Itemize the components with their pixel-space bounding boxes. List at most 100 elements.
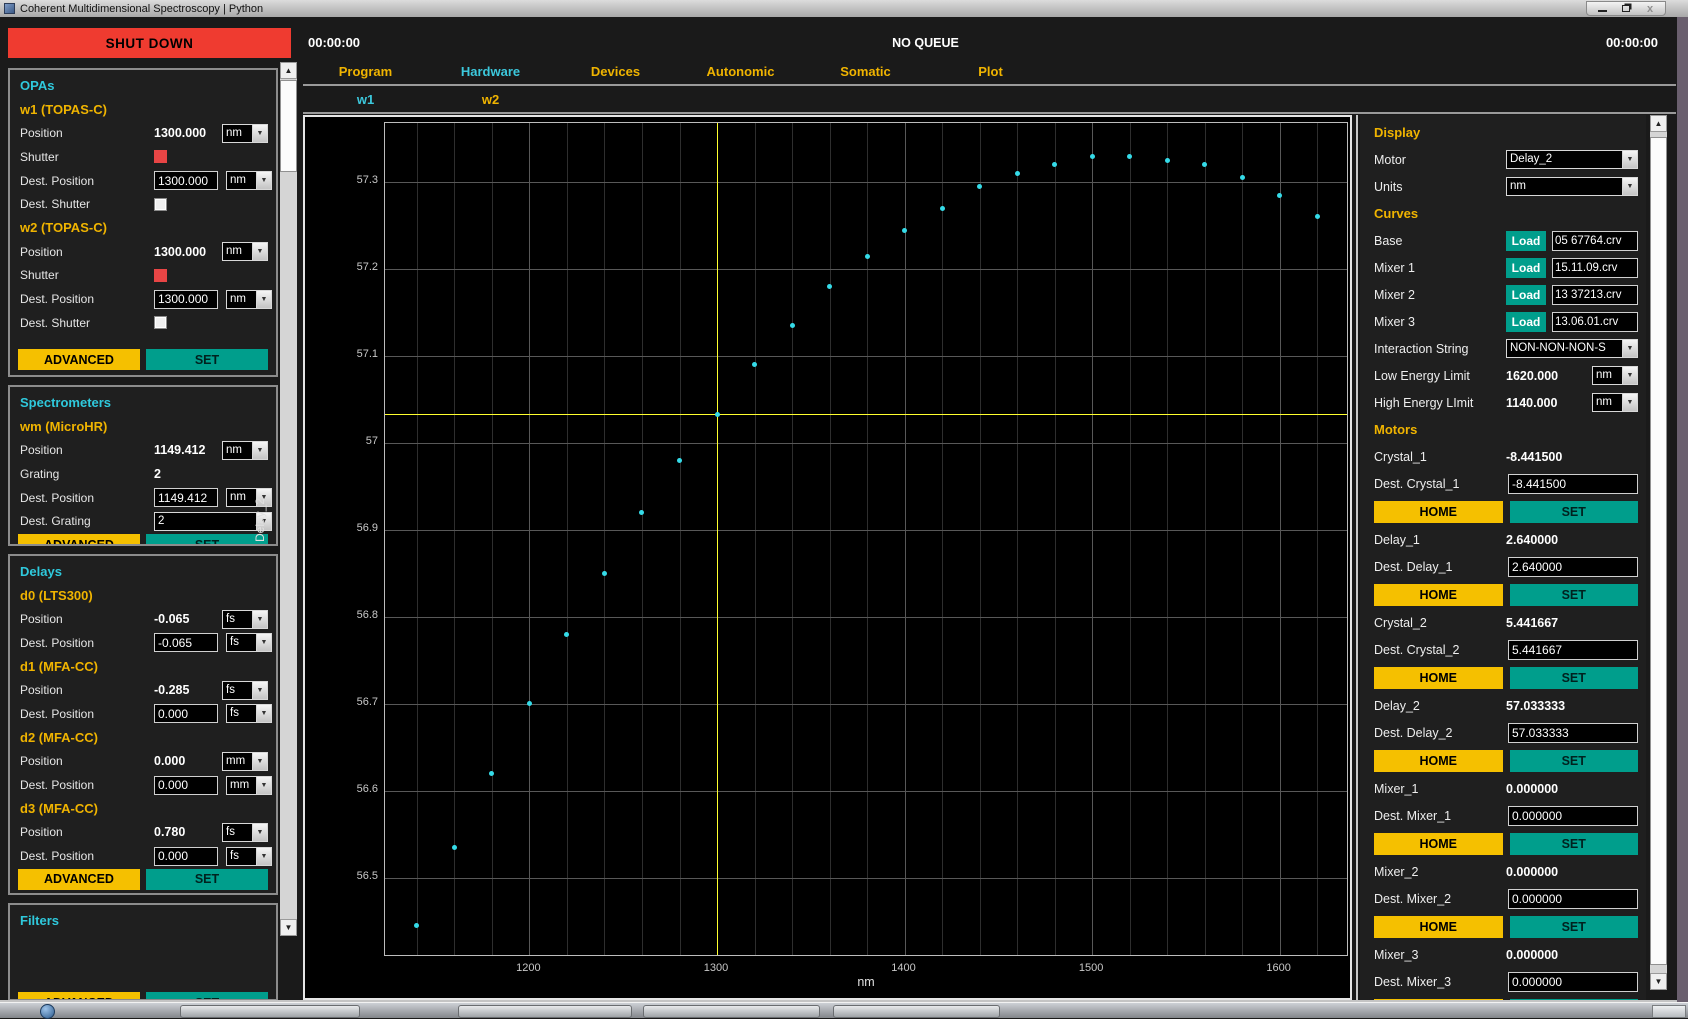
plot-axes[interactable]	[384, 122, 1348, 956]
data-point	[677, 458, 682, 463]
low-energy-units-dropdown[interactable]: nm▼	[1592, 366, 1638, 385]
motor-dest-input[interactable]	[1508, 557, 1638, 577]
motor-set-button[interactable]: SET	[1510, 584, 1639, 606]
dest-position-input[interactable]	[154, 847, 218, 866]
sidebar-scrollbar[interactable]: ▲ ▼	[280, 62, 297, 936]
units-dropdown[interactable]: fs▼	[222, 610, 268, 629]
tab-devices[interactable]: Devices	[553, 61, 678, 82]
spectrometers-advanced-button[interactable]: ADVANCED	[18, 534, 140, 546]
dest-shutter-checkbox[interactable]	[154, 198, 167, 211]
tab-somatic[interactable]: Somatic	[803, 61, 928, 82]
taskbar[interactable]	[0, 1002, 1688, 1018]
units-dropdown[interactable]: nm▼	[222, 242, 268, 261]
interaction-string-dropdown[interactable]: NON-NON-NON-S▼	[1506, 339, 1638, 358]
dest-position-input[interactable]	[154, 171, 218, 190]
units-dropdown[interactable]: fs▼	[222, 681, 268, 700]
spectrometers-set-button[interactable]: SET	[146, 534, 268, 546]
load-curve-button[interactable]: Load	[1506, 258, 1546, 278]
tab-w1[interactable]: w1	[303, 89, 428, 110]
taskbar-tray[interactable]	[1652, 1005, 1686, 1018]
curve-file-field[interactable]	[1552, 258, 1638, 278]
delays-advanced-button[interactable]: ADVANCED	[18, 869, 140, 890]
data-point	[902, 228, 907, 233]
taskbar-app-button[interactable]	[180, 1005, 360, 1018]
dest-position-input[interactable]	[154, 633, 218, 652]
motor-set-button[interactable]: SET	[1510, 916, 1639, 938]
motor-dest-input[interactable]	[1508, 972, 1638, 992]
motor-home-button[interactable]: HOME	[1374, 667, 1503, 689]
dest-shutter-checkbox[interactable]	[154, 316, 167, 329]
units-dropdown[interactable]: fs▼	[222, 823, 268, 842]
maximize-button[interactable]	[1615, 3, 1637, 14]
scroll-down-icon[interactable]: ▼	[280, 919, 297, 936]
dest-units-dropdown[interactable]: fs▼	[226, 704, 272, 723]
shutdown-button[interactable]: SHUT DOWN	[8, 28, 291, 58]
tab-autonomic[interactable]: Autonomic	[678, 61, 803, 82]
motor-home-button[interactable]: HOME	[1374, 501, 1503, 523]
tab-hardware[interactable]: Hardware	[428, 61, 553, 82]
motor-dest-input[interactable]	[1508, 474, 1638, 494]
units-dropdown[interactable]: mm▼	[222, 752, 268, 771]
start-orb-icon[interactable]	[40, 1004, 55, 1019]
motor-home-button[interactable]: HOME	[1374, 916, 1503, 938]
dest-position-input[interactable]	[154, 290, 218, 309]
delays-set-button[interactable]: SET	[146, 869, 268, 890]
right-panel-scrollbar[interactable]: ▲ ▼	[1650, 115, 1667, 990]
high-energy-units-dropdown[interactable]: nm▼	[1592, 393, 1638, 412]
tab-w2[interactable]: w2	[428, 89, 553, 110]
units-dropdown[interactable]: nm▼	[222, 441, 268, 460]
motor-set-button[interactable]: SET	[1510, 667, 1639, 689]
dest-units-dropdown[interactable]: nm▼	[226, 290, 272, 309]
display-units-dropdown[interactable]: nm▼	[1506, 177, 1638, 196]
dest-units-dropdown[interactable]: fs▼	[226, 847, 272, 866]
motor-set-button[interactable]: SET	[1510, 750, 1639, 772]
dest-units-dropdown[interactable]: mm▼	[226, 776, 272, 795]
gridline	[385, 356, 1348, 357]
units-dropdown[interactable]: nm▼	[222, 124, 268, 143]
dest-shutter-label: Dest. Shutter	[20, 316, 154, 330]
motor-dest-input[interactable]	[1508, 889, 1638, 909]
gridline	[1055, 123, 1056, 956]
data-point	[452, 845, 457, 850]
scroll-up-icon[interactable]: ▲	[1650, 115, 1667, 132]
curve-file-field[interactable]	[1552, 312, 1638, 332]
taskbar-app-button[interactable]	[643, 1005, 820, 1018]
panel-divider	[1356, 115, 1358, 1000]
tab-program[interactable]: Program	[303, 61, 428, 82]
minimize-button[interactable]	[1591, 3, 1613, 14]
scroll-up-icon[interactable]: ▲	[280, 62, 297, 79]
dest-position-input[interactable]	[154, 488, 218, 507]
taskbar-app-button[interactable]	[833, 1005, 1000, 1018]
dest-units-dropdown[interactable]: nm▼	[226, 171, 272, 190]
close-button[interactable]: x	[1639, 3, 1661, 14]
right-panel-scrollbar-thumb[interactable]	[1650, 137, 1667, 965]
dest-position-input[interactable]	[154, 776, 218, 795]
data-point	[602, 571, 607, 576]
motor-dropdown[interactable]: Delay_2▼	[1506, 150, 1638, 169]
opas-set-button[interactable]: SET	[146, 349, 268, 370]
load-curve-button[interactable]: Load	[1506, 312, 1546, 332]
motor-home-button[interactable]: HOME	[1374, 750, 1503, 772]
load-curve-button[interactable]: Load	[1506, 231, 1546, 251]
motor-dest-input[interactable]	[1508, 723, 1638, 743]
load-curve-button[interactable]: Load	[1506, 285, 1546, 305]
motor-set-button[interactable]: SET	[1510, 501, 1639, 523]
curve-file-field[interactable]	[1552, 285, 1638, 305]
y-tick-label: 56.7	[326, 696, 378, 708]
dest-units-dropdown[interactable]: fs▼	[226, 633, 272, 652]
motor-home-button[interactable]: HOME	[1374, 833, 1503, 855]
gridline	[980, 123, 981, 956]
chevron-down-icon: ▼	[1622, 178, 1637, 195]
position-label: Position	[20, 126, 154, 140]
sidebar-scrollbar-thumb[interactable]	[280, 80, 297, 172]
opas-advanced-button[interactable]: ADVANCED	[18, 349, 140, 370]
curve-file-field[interactable]	[1552, 231, 1638, 251]
scroll-down-icon[interactable]: ▼	[1650, 973, 1667, 990]
taskbar-app-button[interactable]	[458, 1005, 632, 1018]
dest-position-input[interactable]	[154, 704, 218, 723]
motor-dest-input[interactable]	[1508, 640, 1638, 660]
motor-home-button[interactable]: HOME	[1374, 584, 1503, 606]
tab-plot[interactable]: Plot	[928, 61, 1053, 82]
motor-set-button[interactable]: SET	[1510, 833, 1639, 855]
motor-dest-input[interactable]	[1508, 806, 1638, 826]
